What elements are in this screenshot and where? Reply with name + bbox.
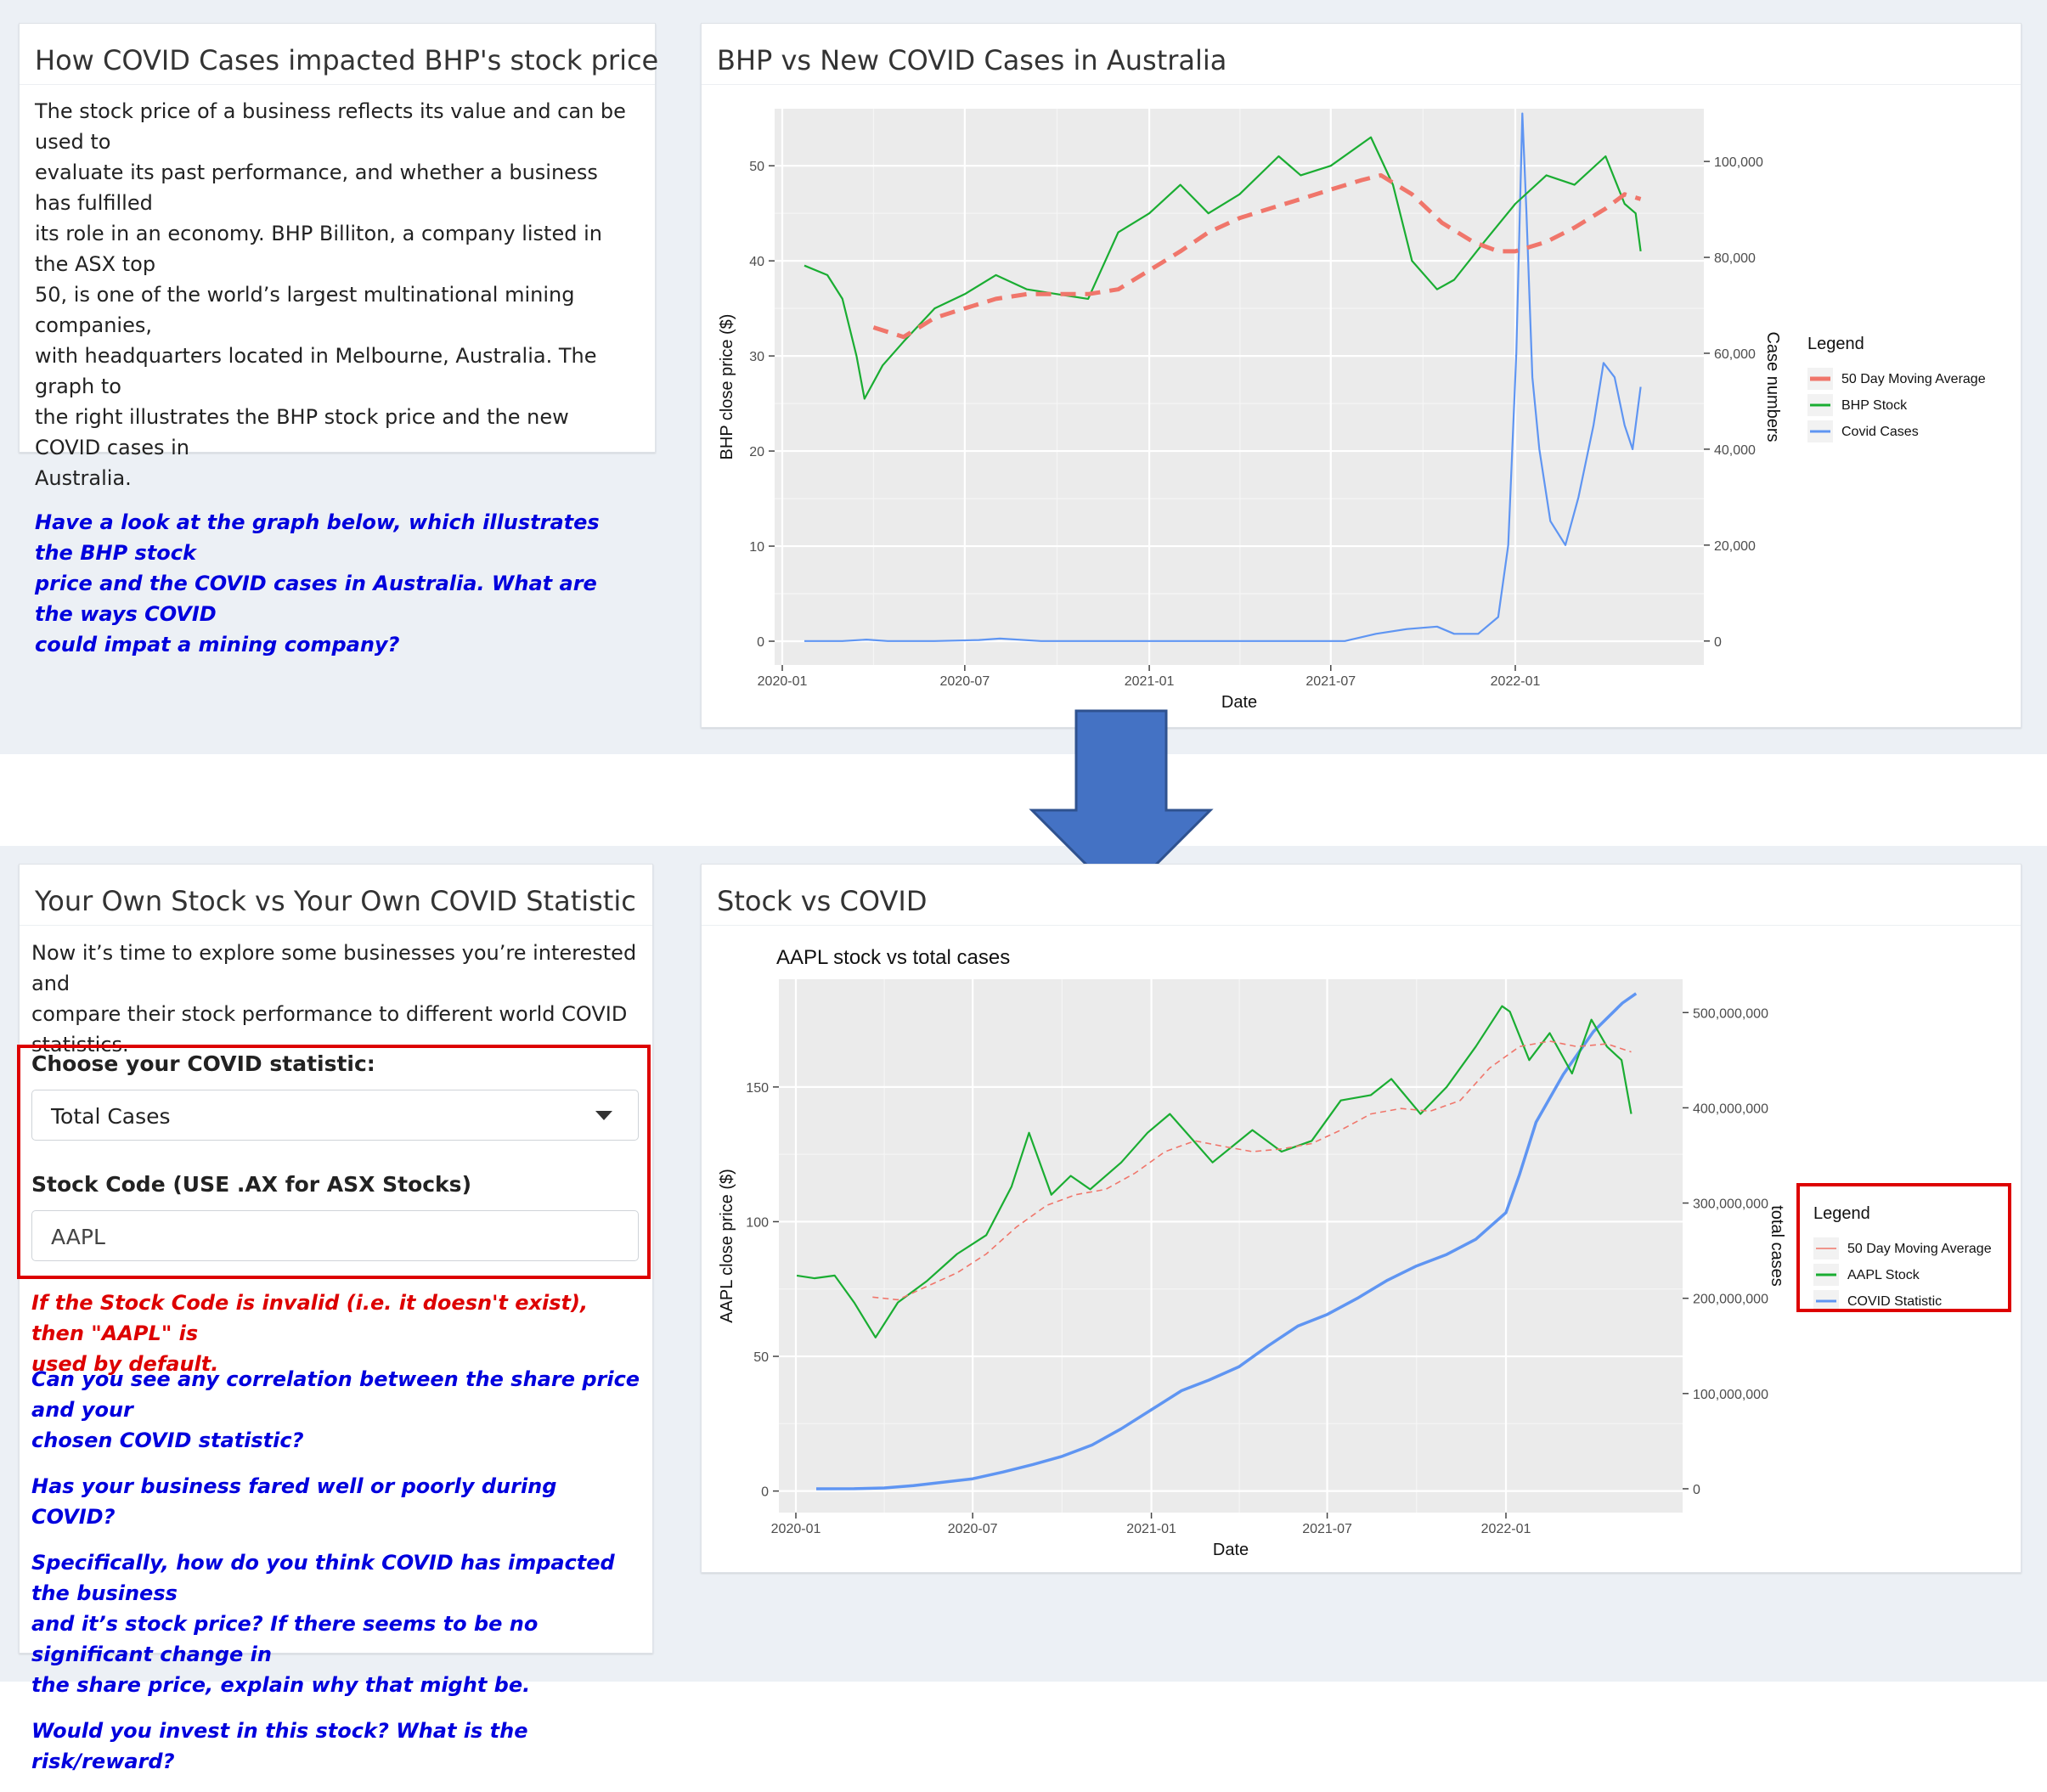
note-line: If the Stock Code is invalid (i.e. it do… [31,1291,589,1345]
y-axis-title: BHP close price ($) [718,314,736,460]
y2-tick-label: 200,000,000 [1693,1293,1768,1307]
y-tick-label: 150 [746,1081,769,1096]
x-tick-label: 2022-01 [1491,674,1541,689]
x-tick-label: 2020-07 [940,674,990,689]
question-line: could impat a mining company? [35,633,400,657]
legend-highlight [1796,1183,2011,1312]
intro-line: 50, is one of the world’s largest multin… [35,283,575,337]
y2-tick-label: 20,000 [1714,539,1756,554]
y-tick-label: 30 [749,350,764,364]
discussion-question: Would you invest in this stock? What is … [31,1716,647,1777]
y-tick-label: 50 [749,160,764,174]
question-line: Can you see any correlation between the … [31,1367,640,1422]
legend-label: BHP Stock [1841,398,1908,413]
y2-tick-label: 0 [1714,635,1722,650]
intro-line: Now it’s time to explore some businesses… [31,941,637,995]
x-axis-title: Date [1221,693,1257,712]
intro-line: the right illustrates the BHP stock pric… [35,405,569,459]
own-stock-title: Your Own Stock vs Your Own COVID Statist… [20,865,652,926]
legend-label: Covid Cases [1841,425,1919,439]
x-tick-label: 2020-01 [771,1522,821,1536]
y2-tick-label: 300,000,000 [1693,1197,1768,1212]
chart-title: AAPL stock vs total cases [776,946,1010,969]
x-tick-label: 2022-01 [1481,1522,1531,1536]
legend-title: Legend [1807,335,1864,353]
y2-tick-label: 100,000 [1714,155,1763,170]
plot-panel [779,979,1683,1513]
y2-tick-label: 80,000 [1714,251,1756,266]
bhp-question-text: Have a look at the graph below, which il… [20,493,655,660]
question-line: the share price, explain why that might … [31,1673,531,1697]
intro-line: compare their stock performance to diffe… [31,1002,628,1026]
y-axis-title: AAPL close price ($) [718,1169,736,1323]
discussion-question: Can you see any correlation between the … [31,1364,647,1456]
y-tick-label: 50 [753,1350,769,1365]
discussion-question: Specifically, how do you think COVID has… [31,1547,647,1700]
y2-tick-label: 0 [1693,1483,1700,1497]
y2-axis-title: total cases [1768,1205,1786,1287]
inputs-highlight [17,1045,651,1279]
bhp-description-title: How COVID Cases impacted BHP's stock pri… [20,24,658,85]
question-line: Has your business fared well or poorly d… [31,1474,557,1529]
y-tick-label: 0 [761,1485,769,1500]
x-tick-label: 2020-01 [758,674,808,689]
bhp-covid-chart: 0 10 20 30 40 50 2020-01 2020-07 2021-01 2021-07 2… [718,109,1986,712]
bhp-intro-text: The stock price of a business reflects i… [20,85,655,493]
x-tick-label: 2021-07 [1305,674,1356,689]
chart-legend: Legend 50 Day Moving Average BHP Stock Covi… [1807,335,1986,442]
y-tick-label: 40 [749,255,764,269]
legend-label: 50 Day Moving Average [1841,372,1986,386]
question-line: price and the COVID cases in Australia. … [35,572,597,626]
x-tick-label: 2021-07 [1302,1522,1352,1536]
intro-line: its role in an economy. BHP Billiton, a … [35,222,602,276]
bhp-description-box: How COVID Cases impacted BHP's stock pri… [19,23,658,657]
y-tick-label: 100 [746,1215,769,1230]
discussion-questions: Can you see any correlation between the … [31,1364,647,1792]
bhp-chart-box: BHP vs New COVID Cases in Australia 0 10 2… [701,23,2022,728]
question-line: Would you invest in this stock? What is … [31,1719,528,1773]
discussion-question: Has your business fared well or poorly d… [31,1471,647,1532]
y2-tick-label: 40,000 [1714,443,1756,458]
y-tick-label: 0 [757,635,764,650]
x-tick-label: 2021-01 [1126,1522,1176,1536]
question-line: Specifically, how do you think COVID has… [31,1551,615,1605]
question-line: chosen COVID statistic? [31,1429,304,1452]
y2-tick-label: 500,000,000 [1693,1006,1768,1021]
plot-panel [775,109,1704,665]
intro-line: The stock price of a business reflects i… [35,99,626,154]
own-stock-intro-text: Now it’s time to explore some businesses… [20,926,652,1060]
question-line: Have a look at the graph below, which il… [35,510,600,565]
y2-axis-title: Case numbers [1763,331,1782,442]
intro-line: evaluate its past performance, and wheth… [35,161,598,215]
x-axis-title: Date [1213,1541,1249,1559]
y2-tick-label: 100,000,000 [1693,1388,1768,1402]
y2-tick-label: 400,000,000 [1693,1102,1768,1116]
x-tick-label: 2021-01 [1125,674,1175,689]
y-tick-label: 10 [749,540,764,555]
question-line: and it’s stock price? If there seems to … [31,1612,539,1666]
x-tick-label: 2020-07 [948,1522,998,1536]
y2-tick-label: 60,000 [1714,347,1756,362]
y-tick-label: 20 [749,445,764,459]
stock-vs-covid-title: Stock vs COVID [702,865,2021,926]
bhp-chart-title: BHP vs New COVID Cases in Australia [702,24,2021,85]
intro-line: with headquarters located in Melbourne, … [35,344,597,398]
intro-line: Australia. [35,466,132,490]
